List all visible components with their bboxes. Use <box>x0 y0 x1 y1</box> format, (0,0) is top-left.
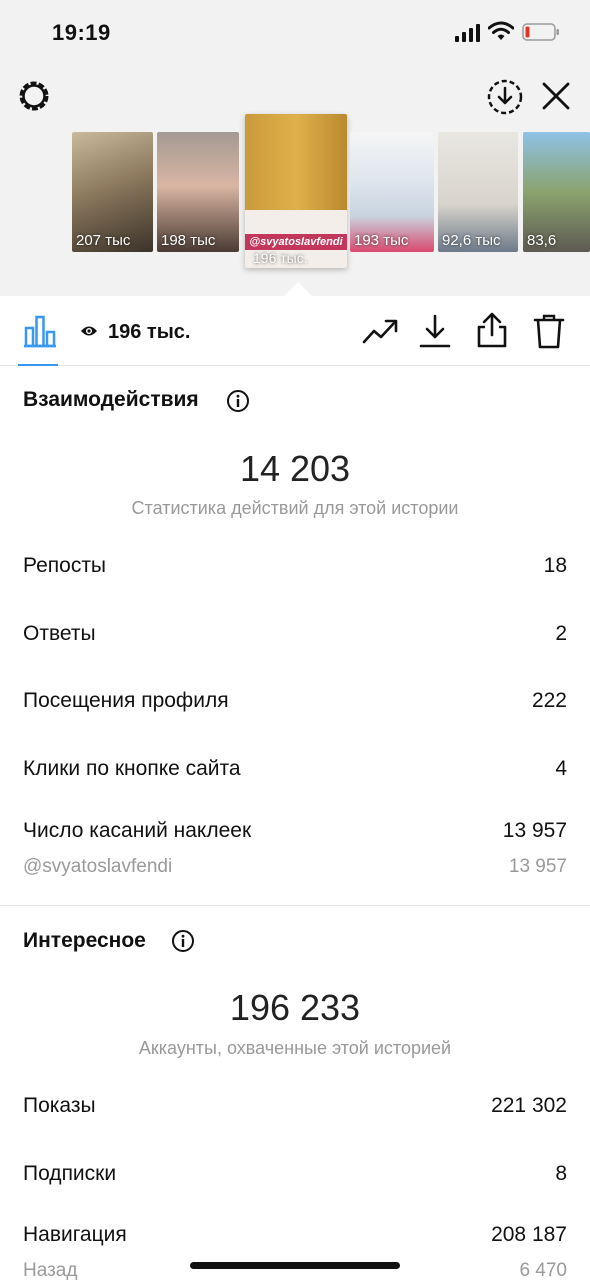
discovery-subtitle: Аккаунты, охваченные этой историей <box>138 1038 452 1058</box>
active-tab-indicator <box>18 364 58 366</box>
stat-label-follows: Подписки <box>23 1162 117 1185</box>
story-view-count: 196 тыс. <box>108 321 191 343</box>
story-thumbnail-selected[interactable]: @svyatoslavfendi 196 тыс. <box>245 114 347 268</box>
thumbnail-views: 83,6 <box>527 232 557 249</box>
stat-value-replies: 2 <box>555 622 567 645</box>
section-divider <box>0 905 590 906</box>
sticker-mention-label: @svyatoslavfendi <box>23 856 173 877</box>
eye-icon <box>81 326 97 336</box>
stat-label-replies: Ответы <box>23 622 96 645</box>
promote-trend-icon[interactable] <box>362 316 398 346</box>
story-thumbnail[interactable]: 92,6 тыс <box>438 132 518 252</box>
interactions-subtitle: Статистика действий для этой истории <box>131 498 459 518</box>
sticker-mention-value: 13 957 <box>508 856 567 877</box>
stat-label-navigation: Навигация <box>23 1223 127 1246</box>
stat-label-back: Назад <box>23 1260 78 1280</box>
insights-bar-chart-icon[interactable] <box>22 314 58 348</box>
stat-value-back: 6 470 <box>519 1260 567 1280</box>
delete-trash-icon[interactable] <box>532 312 566 350</box>
stat-value-impressions: 221 302 <box>491 1094 567 1117</box>
story-thumbnail[interactable]: 198 тыс <box>157 132 239 252</box>
status-time: 19:19 <box>52 20 111 45</box>
selected-story-pointer <box>284 282 312 296</box>
wifi-icon <box>488 21 514 40</box>
info-icon[interactable] <box>226 389 250 413</box>
stat-label-sticker-taps: Число касаний наклеек <box>23 819 252 842</box>
discovery-title: Интересное <box>23 929 146 952</box>
status-bar: 19:19 <box>0 0 590 64</box>
stat-label-profile-visits: Посещения профиля <box>23 689 229 712</box>
story-toolbar: 196 тыс. <box>0 296 590 366</box>
home-indicator[interactable] <box>190 1262 400 1269</box>
discovery-total: 196 233 <box>229 987 361 1028</box>
battery-low-icon <box>522 23 559 41</box>
stat-label-website-clicks: Клики по кнопке сайта <box>23 757 241 780</box>
story-thumbnail[interactable]: 83,6 <box>523 132 590 252</box>
stat-label-reposts: Репосты <box>23 554 107 577</box>
story-preview-area: 19:19 207 тыс 198 тыс @svyatoslavfendi 1… <box>0 0 590 296</box>
close-icon[interactable] <box>540 80 572 112</box>
thumbnail-views: 193 тыс <box>354 232 409 249</box>
story-thumbnail[interactable]: 207 тыс <box>72 132 153 252</box>
stat-value-follows: 8 <box>555 1162 567 1185</box>
thumbnail-views: 92,6 тыс <box>442 232 501 249</box>
stat-value-profile-visits: 222 <box>531 689 567 712</box>
cellular-signal-icon <box>455 24 480 42</box>
share-icon[interactable] <box>475 311 509 349</box>
info-icon[interactable] <box>171 929 195 953</box>
stat-value-sticker-taps: 13 957 <box>502 819 567 842</box>
thumbnail-views: 196 тыс. <box>253 250 308 266</box>
settings-gear-icon[interactable] <box>16 78 52 114</box>
story-thumbnail[interactable]: 193 тыс <box>350 132 434 252</box>
thumbnail-views: 198 тыс <box>161 232 216 249</box>
interactions-total: 14 203 <box>239 448 351 489</box>
download-icon[interactable] <box>418 313 452 349</box>
story-mention-sticker: @svyatoslavfendi <box>245 234 347 250</box>
stat-value-navigation: 208 187 <box>491 1223 567 1246</box>
save-story-icon[interactable] <box>486 78 524 116</box>
interactions-title: Взаимодействия <box>23 388 199 411</box>
thumbnail-views: 207 тыс <box>76 232 131 249</box>
stat-label-impressions: Показы <box>23 1094 96 1117</box>
stat-value-website-clicks: 4 <box>555 757 567 780</box>
stat-value-reposts: 18 <box>543 554 567 577</box>
